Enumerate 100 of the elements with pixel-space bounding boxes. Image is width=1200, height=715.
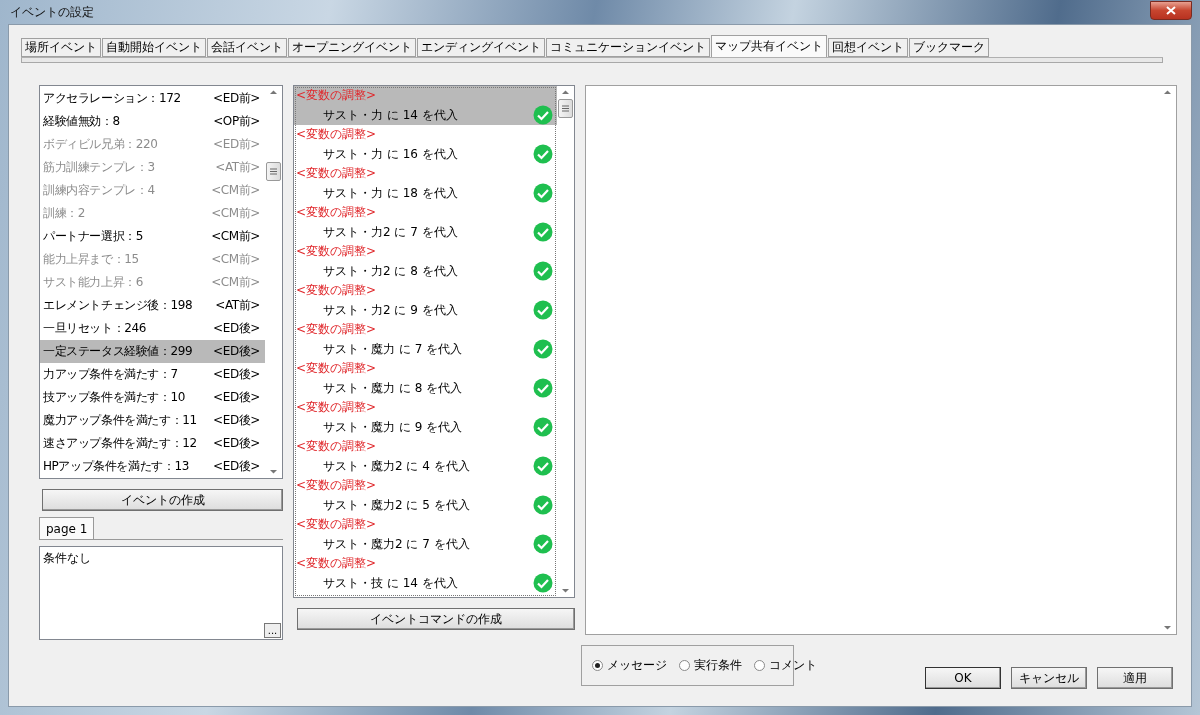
radio-button[interactable] <box>679 660 690 671</box>
event-row[interactable]: アクセラレーション：172 <ED前> <box>40 87 265 110</box>
event-row[interactable]: 速さアップ条件を満たす：12 <ED後> <box>40 432 265 455</box>
command-header: <変数の調整> <box>295 321 378 338</box>
event-name: 経験値無効：8 <box>43 113 120 130</box>
dialog-button[interactable]: 適用 <box>1097 667 1173 689</box>
command-header: <変数の調整> <box>295 438 378 455</box>
event-row[interactable]: 魔力アップ条件を満たす：11 <ED後> <box>40 409 265 432</box>
tab[interactable]: 自動開始イベント <box>102 38 206 57</box>
command-text: サスト・魔力 に 9 を代入 <box>323 418 463 436</box>
radio-label[interactable]: コメント <box>769 657 817 674</box>
tab[interactable]: ブックマーク <box>909 38 989 57</box>
ellipsis-button[interactable]: ... <box>264 623 281 638</box>
tab[interactable]: 会話イベント <box>207 38 287 57</box>
event-name: 訓練：2 <box>43 205 86 222</box>
event-tag: <ED前> <box>213 90 260 107</box>
command-header: <変数の調整> <box>295 516 378 533</box>
scroll-down-icon[interactable] <box>1163 625 1172 631</box>
close-button[interactable] <box>1150 0 1192 20</box>
event-name: HPアップ条件を満たす：13 <box>43 458 189 475</box>
scroll-up-icon[interactable] <box>561 89 570 95</box>
tab[interactable]: エンディングイベント <box>417 38 545 57</box>
condition-field[interactable]: 条件なし ... <box>39 546 283 640</box>
event-tag: <ED後> <box>213 366 260 383</box>
message-field[interactable] <box>585 85 1177 635</box>
command-item[interactable]: <変数の調整> サスト・力2 に 9 を代入 <box>294 281 557 320</box>
command-item[interactable]: <変数の調整> サスト・魔力 に 7 を代入 <box>294 320 557 359</box>
command-header: <変数の調整> <box>295 477 378 494</box>
event-name: 能力上昇まで：15 <box>43 251 139 268</box>
command-text: サスト・魔力2 に 5 を代入 <box>323 496 470 514</box>
event-tag: <AT前> <box>215 297 260 314</box>
event-tag: <ED後> <box>213 320 260 337</box>
command-item[interactable]: <変数の調整> サスト・力 に 18 を代入 <box>294 164 557 203</box>
event-row[interactable]: HPアップ条件を満たす：13 <ED後> <box>40 455 265 478</box>
event-tag: <ED後> <box>213 343 260 360</box>
command-item[interactable]: <変数の調整> サスト・力2 に 7 を代入 <box>294 203 557 242</box>
command-item[interactable]: <変数の調整> サスト・魔力 に 8 を代入 <box>294 359 557 398</box>
scroll-down-icon[interactable] <box>269 469 278 475</box>
command-item[interactable]: <変数の調整> サスト・力 に 16 を代入 <box>294 125 557 164</box>
event-tag: <OP前> <box>213 113 260 130</box>
command-text: サスト・力 に 18 を代入 <box>323 184 458 202</box>
scroll-thumb-icon[interactable] <box>562 105 569 112</box>
tab[interactable]: コミュニケーションイベント <box>546 38 710 57</box>
event-name: 一旦リセット：246 <box>43 320 146 337</box>
dialog-button[interactable]: OK <box>925 667 1001 689</box>
event-tag: <ED後> <box>213 458 260 475</box>
tab[interactable]: 場所イベント <box>21 38 101 57</box>
event-tag: <CM前> <box>211 251 260 268</box>
event-name: 筋力訓練テンプレ：3 <box>43 159 155 176</box>
event-row[interactable]: 技アップ条件を満たす：10 <ED後> <box>40 386 265 409</box>
dialog-button[interactable]: キャンセル <box>1011 667 1087 689</box>
window-title: イベントの設定 <box>9 3 94 21</box>
command-text: サスト・魔力2 に 4 を代入 <box>323 457 470 475</box>
event-row[interactable]: パートナー選択：5 <CM前> <box>40 225 265 248</box>
command-item[interactable]: <変数の調整> サスト・力2 に 8 を代入 <box>294 242 557 281</box>
command-text: サスト・力 に 16 を代入 <box>323 145 458 163</box>
command-item[interactable]: <変数の調整> サスト・魔力 に 9 を代入 <box>294 398 557 437</box>
event-name: パートナー選択：5 <box>43 228 144 245</box>
scroll-thumb-icon[interactable] <box>270 168 277 175</box>
command-header: <変数の調整> <box>295 243 378 260</box>
command-text: サスト・魔力 に 7 を代入 <box>323 340 463 358</box>
create-command-button[interactable]: イベントコマンドの作成 <box>297 608 575 630</box>
command-item[interactable]: <変数の調整> サスト・魔力2 に 7 を代入 <box>294 515 557 554</box>
command-text: サスト・力 に 14 を代入 <box>323 106 458 124</box>
event-name: 一定ステータス経験値：299 <box>43 343 193 360</box>
page-tab[interactable]: page 1 <box>39 517 95 539</box>
close-icon <box>1166 5 1176 15</box>
event-row[interactable]: 一定ステータス経験値：299 <ED後> <box>40 340 265 363</box>
tab[interactable]: マップ共有イベント <box>711 35 827 57</box>
command-header: <変数の調整> <box>295 165 378 182</box>
event-name: 技アップ条件を満たす：10 <box>43 389 186 406</box>
radio-label[interactable]: 実行条件 <box>694 657 742 674</box>
event-name: 魔力アップ条件を満たす：11 <box>43 412 197 429</box>
scroll-down-icon[interactable] <box>561 588 570 594</box>
tab[interactable]: オープニングイベント <box>288 38 416 57</box>
scroll-up-icon[interactable] <box>269 89 278 95</box>
scroll-up-icon[interactable] <box>1163 89 1172 95</box>
event-row[interactable]: 一旦リセット：246 <ED後> <box>40 317 265 340</box>
command-header: <変数の調整> <box>295 360 378 377</box>
event-tag: <ED後> <box>213 412 260 429</box>
command-header: <変数の調整> <box>295 555 378 572</box>
command-text: サスト・技 に 14 を代入 <box>323 574 458 592</box>
command-header: <変数の調整> <box>295 87 378 104</box>
event-name: アクセラレーション：172 <box>43 90 181 107</box>
event-row[interactable]: 力アップ条件を満たす：7 <ED後> <box>40 363 265 386</box>
event-name: 速さアップ条件を満たす：12 <box>43 435 197 452</box>
radio-button[interactable] <box>592 660 603 671</box>
event-tag: <CM前> <box>211 205 260 222</box>
tab[interactable]: 回想イベント <box>828 38 908 57</box>
command-item[interactable]: <変数の調整> サスト・魔力2 に 5 を代入 <box>294 476 557 515</box>
event-row[interactable]: 経験値無効：8 <OP前> <box>40 110 265 133</box>
command-text: サスト・力2 に 7 を代入 <box>323 223 458 241</box>
create-event-button[interactable]: イベントの作成 <box>42 489 283 511</box>
radio-button[interactable] <box>754 660 765 671</box>
command-item[interactable]: <変数の調整> サスト・魔力2 に 4 を代入 <box>294 437 557 476</box>
command-item[interactable]: <変数の調整> サスト・力 に 14 を代入 <box>294 86 557 125</box>
event-row[interactable]: エレメントチェンジ後：198 <AT前> <box>40 294 265 317</box>
command-text: サスト・魔力 に 8 を代入 <box>323 379 463 397</box>
command-item[interactable]: <変数の調整> サスト・技 に 14 を代入 <box>294 554 557 593</box>
radio-label[interactable]: メッセージ <box>607 657 667 674</box>
